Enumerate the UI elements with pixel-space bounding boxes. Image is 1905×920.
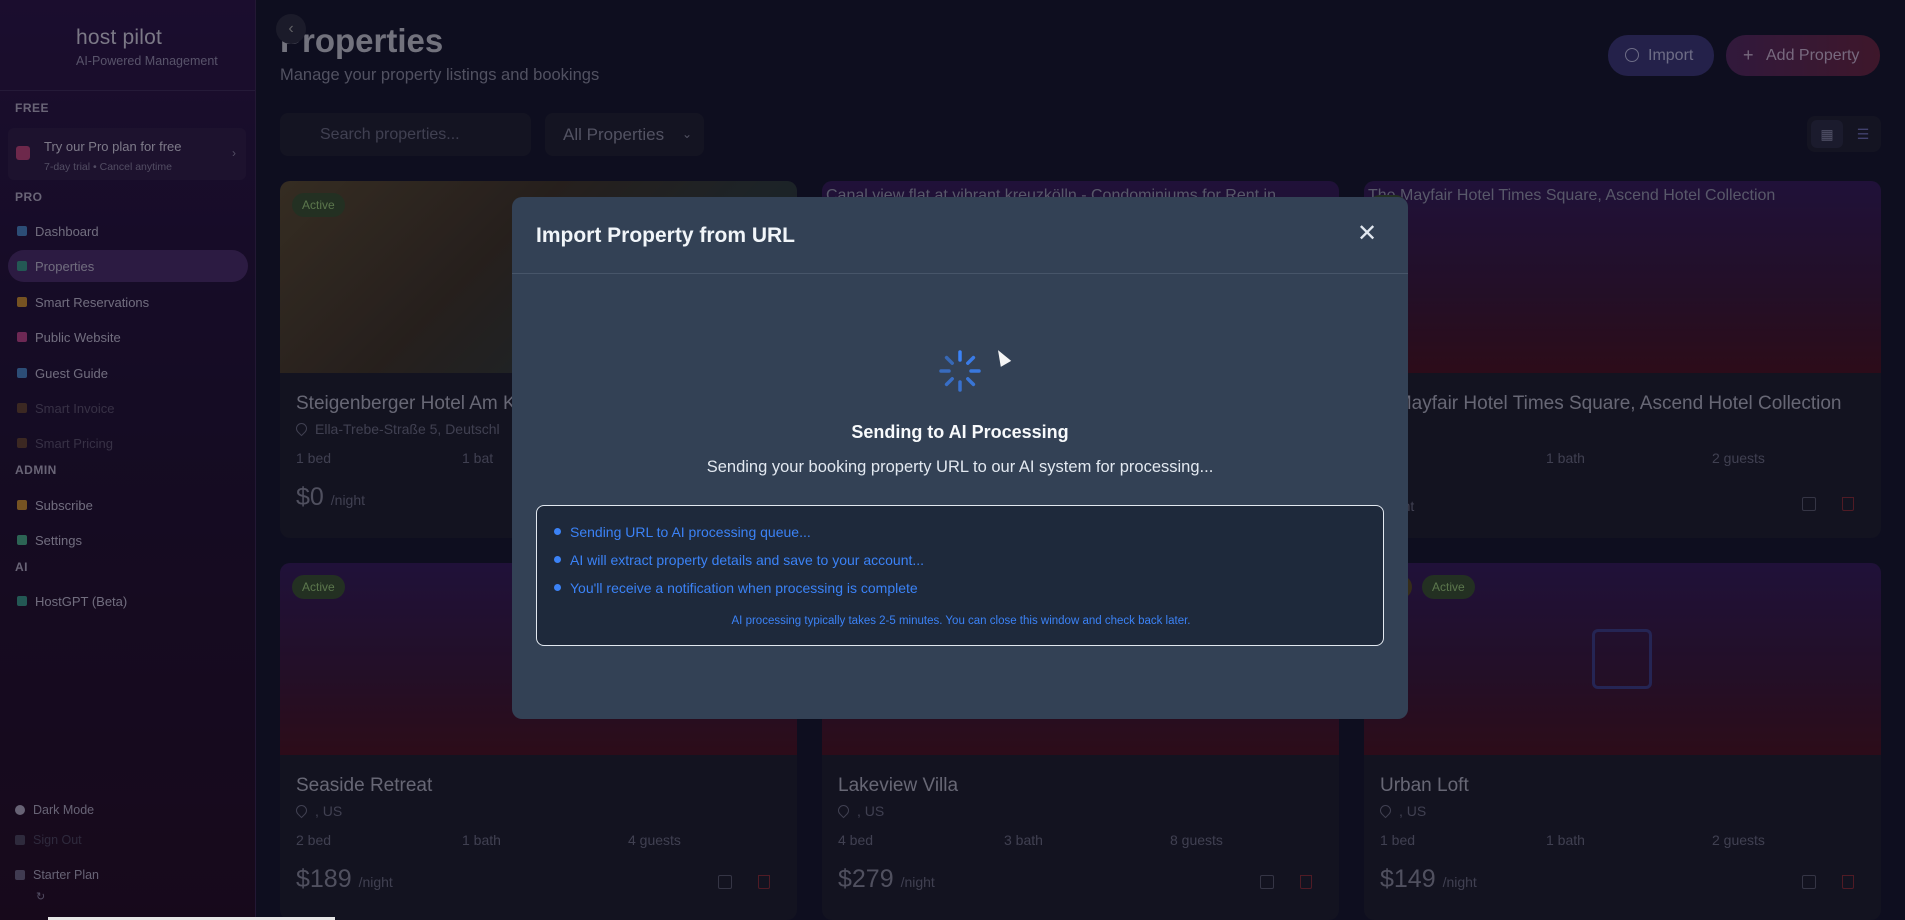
processing-note: AI processing typically takes 2-5 minute…	[731, 615, 1191, 627]
processing-description: Sending your booking property URL to our…	[706, 458, 1214, 476]
import-modal: Import Property from URL ✕ Sending to AI…	[512, 197, 1408, 719]
modal-title: Import Property from URL	[536, 224, 796, 247]
processing-step: AI will extract property details and sav…	[553, 552, 925, 568]
loading-spinner-icon	[939, 350, 981, 392]
modal-header: Import Property from URL ✕	[512, 197, 1408, 274]
processing-heading: Sending to AI Processing	[851, 422, 1069, 442]
processing-step: You'll receive a notification when proce…	[554, 580, 918, 596]
processing-info-box: Sending URL to AI processing queue... AI…	[536, 505, 1384, 646]
processing-step: Sending URL to AI processing queue...	[554, 524, 811, 540]
close-icon[interactable]: ✕	[1352, 219, 1382, 249]
